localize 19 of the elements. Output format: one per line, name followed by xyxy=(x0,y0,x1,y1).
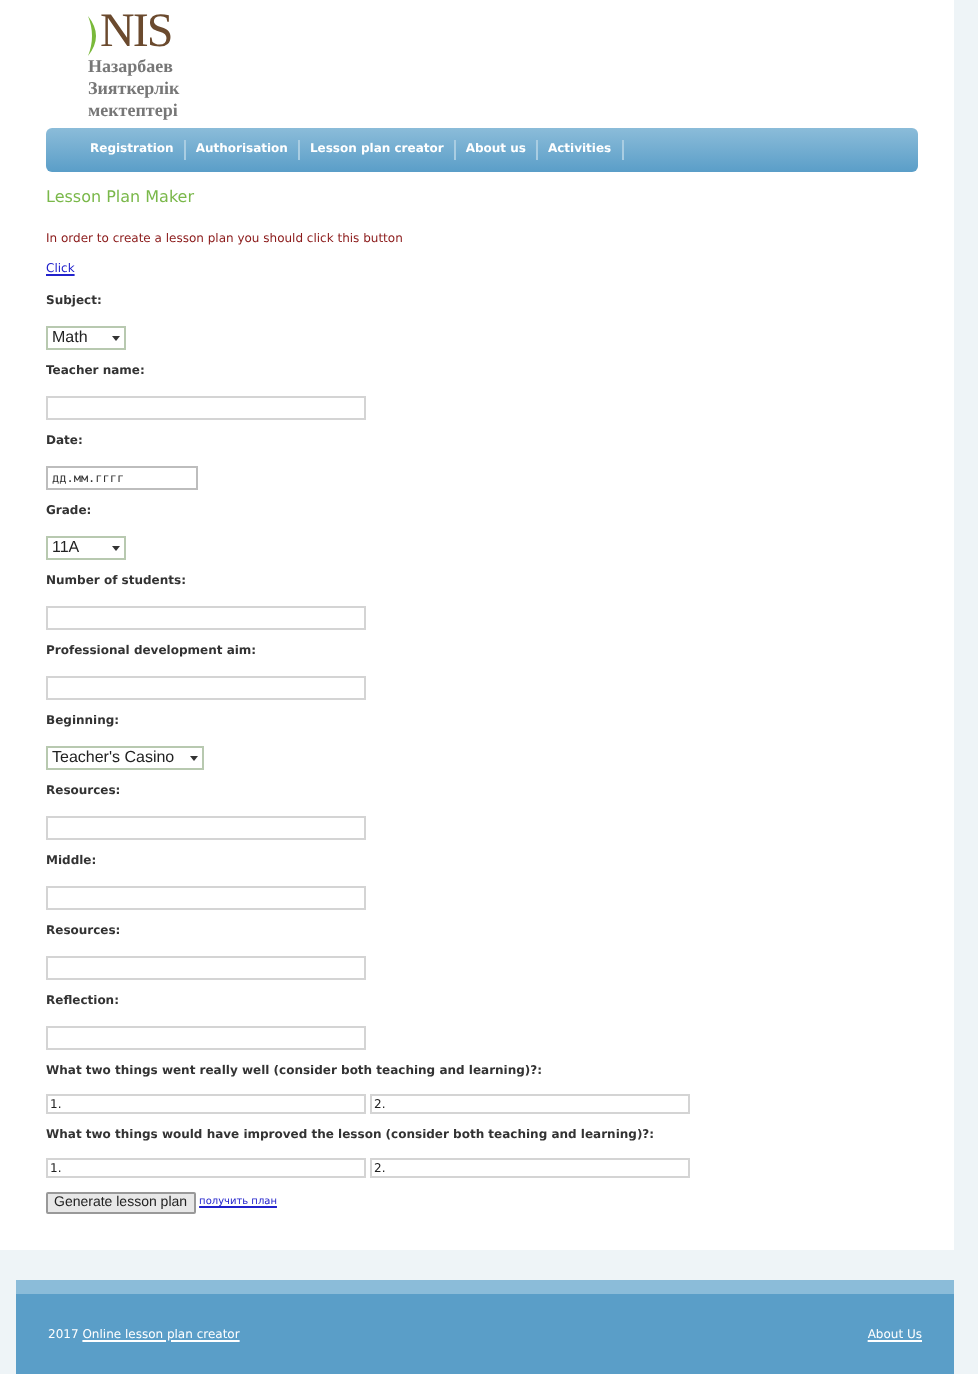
caret-icon xyxy=(190,754,199,762)
select-field[interactable]: Math xyxy=(46,326,126,350)
leaf-icon xyxy=(88,16,100,56)
text-field[interactable] xyxy=(46,606,366,630)
caret-icon xyxy=(112,544,120,552)
text-field[interactable] xyxy=(46,886,366,910)
logo-text: мектептері xyxy=(88,100,180,122)
text-field[interactable] xyxy=(46,956,366,980)
select-field[interactable]: 11A xyxy=(46,536,126,560)
logo: NIS xyxy=(88,8,954,56)
caret-icon xyxy=(112,334,120,342)
logo-text: Зияткерлік xyxy=(88,78,182,100)
text-field[interactable] xyxy=(46,396,366,420)
select-field[interactable]: Teacher's Casino xyxy=(46,746,205,770)
text-field[interactable] xyxy=(46,1026,366,1050)
text-field[interactable] xyxy=(46,676,366,700)
page-title: Lesson Plan Maker xyxy=(46,188,197,208)
logo-text: Назарбаев xyxy=(88,56,175,78)
text-field[interactable] xyxy=(46,816,366,840)
